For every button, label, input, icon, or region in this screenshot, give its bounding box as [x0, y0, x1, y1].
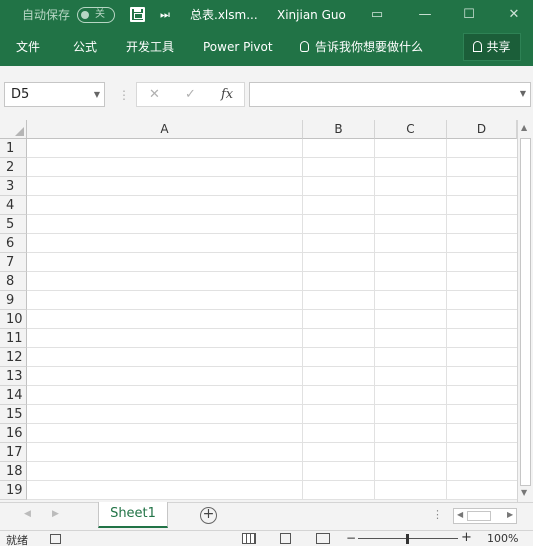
previous-sheet-icon[interactable]: ◀: [24, 509, 31, 519]
formula-input[interactable]: ▼: [249, 82, 531, 107]
name-box-value: D5: [11, 87, 30, 102]
zoom-slider-thumb[interactable]: [406, 534, 409, 544]
person-add-icon: [473, 41, 483, 52]
column-header-d[interactable]: D: [447, 120, 517, 139]
chevron-down-icon[interactable]: ▼: [94, 83, 100, 106]
formula-bar-grip-icon[interactable]: ⋮: [118, 88, 130, 102]
insert-function-icon[interactable]: fx: [221, 83, 233, 106]
row-header[interactable]: 8: [0, 272, 27, 291]
split-grip-icon[interactable]: ⋮: [432, 508, 443, 521]
scroll-up-icon[interactable]: ▲: [521, 123, 527, 132]
formula-bar: D5 ▼ ⋮ ✕ ✓ fx ▼: [0, 66, 533, 120]
scroll-thumb[interactable]: [520, 138, 531, 486]
toggle-knob-icon: [81, 11, 89, 19]
tab-power-pivot[interactable]: Power Pivot: [203, 30, 273, 66]
row-header[interactable]: 7: [0, 253, 27, 272]
scroll-down-icon[interactable]: ▼: [521, 488, 527, 497]
scroll-right-icon[interactable]: ▶: [507, 510, 513, 519]
horizontal-scroll-thumb[interactable]: [467, 511, 491, 521]
horizontal-scrollbar[interactable]: ◀ ▶: [453, 508, 517, 524]
status-bar: 就绪 − + 100%: [0, 530, 533, 546]
autosave-state: 关: [95, 9, 105, 20]
row-header[interactable]: 15: [0, 405, 27, 424]
status-text: 就绪: [6, 534, 28, 546]
cell-area[interactable]: [27, 139, 517, 500]
vertical-scrollbar[interactable]: ▲ ▼: [517, 120, 533, 502]
zoom-out-icon[interactable]: −: [346, 531, 356, 545]
row-header[interactable]: 2: [0, 158, 27, 177]
ribbon-tabs: 文件 公式 开发工具 Power Pivot 告诉我你想要做什么 共享: [0, 30, 533, 66]
more-commands-icon[interactable]: ⏭: [160, 0, 170, 30]
row-header[interactable]: 12: [0, 348, 27, 367]
row-header[interactable]: 18: [0, 462, 27, 481]
row-header[interactable]: 4: [0, 196, 27, 215]
autosave-toggle[interactable]: 关: [77, 7, 115, 23]
row-header[interactable]: 17: [0, 443, 27, 462]
row-header[interactable]: 16: [0, 424, 27, 443]
save-icon[interactable]: [130, 7, 145, 22]
sheet-tab-bar: ◀ ▶ Sheet1 + ⋮ ◀ ▶: [0, 502, 533, 530]
row-header[interactable]: 11: [0, 329, 27, 348]
expand-formula-bar-icon[interactable]: ▼: [520, 89, 526, 98]
row-header[interactable]: 10: [0, 310, 27, 329]
row-header[interactable]: 19: [0, 481, 27, 500]
autosave-label: 自动保存: [22, 8, 71, 22]
user-name[interactable]: Xinjian Guo: [277, 0, 346, 30]
row-header[interactable]: 13: [0, 367, 27, 386]
row-header[interactable]: 1: [0, 139, 27, 158]
tell-me-search[interactable]: 告诉我你想要做什么: [300, 30, 423, 66]
zoom-in-icon[interactable]: +: [461, 530, 472, 545]
column-header-b[interactable]: B: [303, 120, 375, 139]
add-sheet-icon[interactable]: +: [200, 507, 217, 524]
close-icon[interactable]: ✕: [504, 0, 524, 30]
row-header[interactable]: 14: [0, 386, 27, 405]
page-break-preview-icon[interactable]: [316, 533, 330, 544]
column-header-a[interactable]: A: [27, 120, 303, 139]
title-bar: 自动保存 关 ⏭ 总表.xlsm... Xinjian Guo ▭ — ☐ ✕: [0, 0, 533, 30]
cancel-icon[interactable]: ✕: [149, 83, 160, 106]
enter-icon[interactable]: ✓: [185, 83, 196, 106]
maximize-icon[interactable]: ☐: [459, 0, 479, 30]
select-all-corner[interactable]: [0, 120, 27, 139]
scroll-left-icon[interactable]: ◀: [457, 510, 463, 519]
column-header-c[interactable]: C: [375, 120, 447, 139]
formula-bar-buttons: ✕ ✓ fx: [136, 82, 245, 107]
row-header[interactable]: 3: [0, 177, 27, 196]
zoom-level[interactable]: 100%: [487, 532, 518, 545]
name-box[interactable]: D5 ▼: [4, 82, 105, 107]
share-button[interactable]: 共享: [463, 33, 521, 61]
next-sheet-icon[interactable]: ▶: [52, 509, 59, 519]
tab-developer[interactable]: 开发工具: [126, 30, 174, 66]
normal-view-icon[interactable]: [242, 533, 256, 544]
document-title: 总表.xlsm...: [190, 8, 258, 22]
share-label: 共享: [486, 40, 511, 54]
tell-me-text: 告诉我你想要做什么: [315, 40, 424, 54]
lightbulb-icon: [300, 41, 309, 52]
row-header[interactable]: 6: [0, 234, 27, 253]
sheet-tab-sheet1[interactable]: Sheet1: [98, 502, 168, 528]
row-header[interactable]: 5: [0, 215, 27, 234]
tab-file[interactable]: 文件: [16, 30, 40, 66]
macro-recording-icon[interactable]: [50, 534, 61, 544]
tab-formulas[interactable]: 公式: [73, 30, 97, 66]
minimize-icon[interactable]: —: [415, 0, 435, 30]
row-header[interactable]: 9: [0, 291, 27, 310]
ribbon-display-options-icon[interactable]: ▭: [367, 0, 387, 30]
page-layout-view-icon[interactable]: [280, 533, 291, 544]
